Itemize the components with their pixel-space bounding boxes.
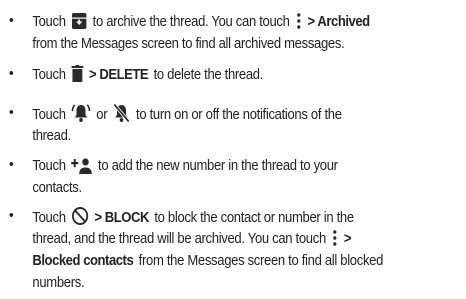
body-text: thread.: [32, 128, 71, 144]
text-line: Touch > DELETE to delete the thread.: [32, 64, 437, 86]
notifications-off-icon: [113, 103, 131, 123]
body-text: or: [96, 107, 108, 123]
text-line: thread, and the thread will be archived.…: [32, 228, 437, 250]
body-text: numbers.: [32, 275, 85, 291]
bullet: •: [9, 65, 14, 82]
item-text: Touch to archive the thread. You can touc…: [32, 11, 437, 55]
body-text: from the Messages screen to find all blo…: [138, 253, 384, 269]
bold-ui-label: > BLOCK: [94, 210, 149, 226]
bullet: •: [9, 207, 14, 224]
item-text: Touch > BLOCK to block the contact or numb…: [32, 206, 437, 294]
body-text: to add the new number in the thread to y…: [98, 158, 338, 174]
body-text: Touch: [32, 67, 66, 83]
text-line: thread.: [32, 125, 437, 147]
body-text: to archive the thread. You can touch: [92, 14, 290, 30]
body-text: to turn on or off the notifications of t…: [136, 107, 342, 123]
text-line: Touch > BLOCK to block the contact or numb…: [32, 206, 437, 228]
text-line: from the Messages screen to find all arc…: [32, 33, 437, 55]
text-line: Touch to archive the thread. You can touc…: [32, 11, 437, 33]
text-line: Touch to add the new number in the thread…: [32, 155, 437, 177]
bullet: •: [9, 104, 14, 121]
bold-ui-label: > DELETE: [89, 67, 149, 83]
bullet: •: [9, 156, 14, 173]
overflow-menu-icon: [295, 12, 302, 30]
bold-ui-label: > Archived: [307, 14, 371, 30]
block-icon: [71, 206, 89, 226]
text-line: numbers.: [32, 272, 437, 294]
text-line: Touch or to turn on or off the notificatio…: [32, 103, 437, 125]
body-text: to block the contact or number in the: [154, 210, 354, 226]
text-line: contacts.: [32, 177, 437, 199]
body-text: Touch: [32, 158, 66, 174]
instruction-list: • Touch to archive the thread. You can to…: [0, 0, 466, 299]
body-text: Touch: [32, 14, 66, 30]
body-text: Touch: [32, 107, 66, 123]
body-text: to delete the thread.: [153, 67, 264, 83]
bold-ui-label: Blocked contacts: [32, 253, 134, 269]
add-contact-icon: [71, 158, 93, 174]
notifications-on-icon: [71, 103, 91, 123]
text-line: Blocked contacts from the Messages screen…: [32, 250, 437, 272]
body-text: from the Messages screen to find all arc…: [32, 36, 345, 52]
archive-icon: [71, 12, 87, 30]
item-text: Touch or to turn on or off the notificatio…: [32, 103, 437, 147]
body-text: thread, and the thread will be archived.…: [32, 231, 326, 247]
overflow-menu-icon: [331, 229, 338, 247]
trash-icon: [71, 65, 84, 83]
body-text: Touch: [32, 210, 66, 226]
body-text: contacts.: [32, 180, 82, 196]
bold-ui-label: >: [343, 231, 352, 247]
item-text: Touch > DELETE to delete the thread.: [32, 64, 437, 86]
item-text: Touch to add the new number in the thread…: [32, 155, 437, 199]
bullet: •: [9, 12, 14, 29]
